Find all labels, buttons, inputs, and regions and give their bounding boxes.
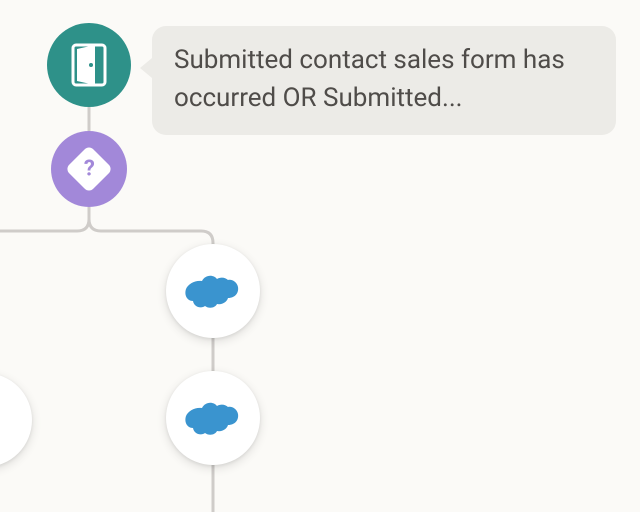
salesforce-cloud-icon: [184, 398, 242, 438]
question-diamond-icon: ?: [65, 145, 113, 193]
door-icon: [71, 43, 107, 87]
action-node-1[interactable]: [166, 244, 260, 338]
trigger-label-tooltip[interactable]: Submitted contact sales form has occurre…: [152, 26, 616, 135]
trigger-label-text: Submitted contact sales form has occurre…: [174, 45, 565, 113]
trigger-node[interactable]: [47, 23, 131, 107]
offscreen-node[interactable]: [0, 373, 32, 467]
condition-symbol: ?: [84, 158, 95, 180]
action-node-2[interactable]: [166, 371, 260, 465]
salesforce-cloud-icon: [184, 271, 242, 311]
condition-node[interactable]: ?: [51, 131, 127, 207]
